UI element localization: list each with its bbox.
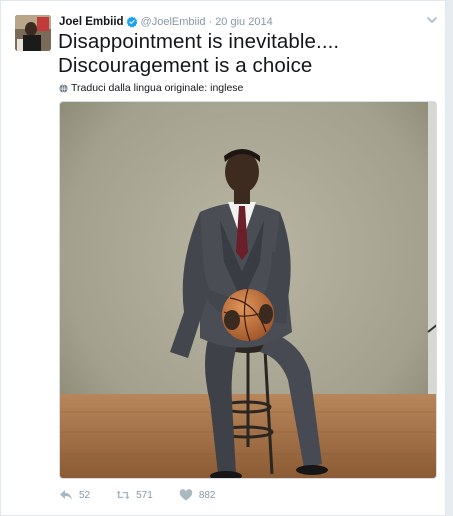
translate-link[interactable]: Traduci dalla lingua originale: inglese xyxy=(59,81,243,95)
tweet-text: Disappointment is inevitable.... Discour… xyxy=(58,30,438,78)
tweet-photo[interactable] xyxy=(59,101,437,479)
tweet-text-line-1: Disappointment is inevitable.... xyxy=(58,30,340,53)
verified-badge-icon xyxy=(126,16,137,28)
retweet-button[interactable]: 571 xyxy=(116,489,153,501)
header-separator: · xyxy=(208,16,213,28)
chevron-down-icon[interactable] xyxy=(426,14,438,26)
reply-count: 52 xyxy=(79,489,91,501)
tweet-text-line-2: Discouragement is a choice xyxy=(58,54,313,77)
retweet-icon xyxy=(116,490,130,500)
reply-icon xyxy=(60,490,72,500)
tweet-actions: 52 571 882 xyxy=(59,487,242,503)
retweet-count: 571 xyxy=(136,489,153,501)
tweet-date[interactable]: 20 giu 2014 xyxy=(215,16,273,28)
globe-icon xyxy=(59,83,68,93)
translate-label[interactable]: Traduci dalla lingua originale: inglese xyxy=(71,82,243,94)
player-photo-image xyxy=(60,102,436,478)
like-icon xyxy=(179,489,193,501)
reply-button[interactable]: 52 xyxy=(59,489,90,501)
avatar[interactable] xyxy=(15,15,51,51)
like-count: 882 xyxy=(198,489,216,501)
tweet-header: Joel Embiid @JoelEmbiid · 20 giu 2014 xyxy=(59,14,273,30)
like-button[interactable]: 882 xyxy=(179,489,216,501)
display-name[interactable]: Joel Embiid xyxy=(59,16,124,28)
user-handle[interactable]: @JoelEmbiid xyxy=(141,16,206,28)
tweet-card[interactable]: Joel Embiid @JoelEmbiid · 20 giu 2014 Di… xyxy=(0,0,446,516)
